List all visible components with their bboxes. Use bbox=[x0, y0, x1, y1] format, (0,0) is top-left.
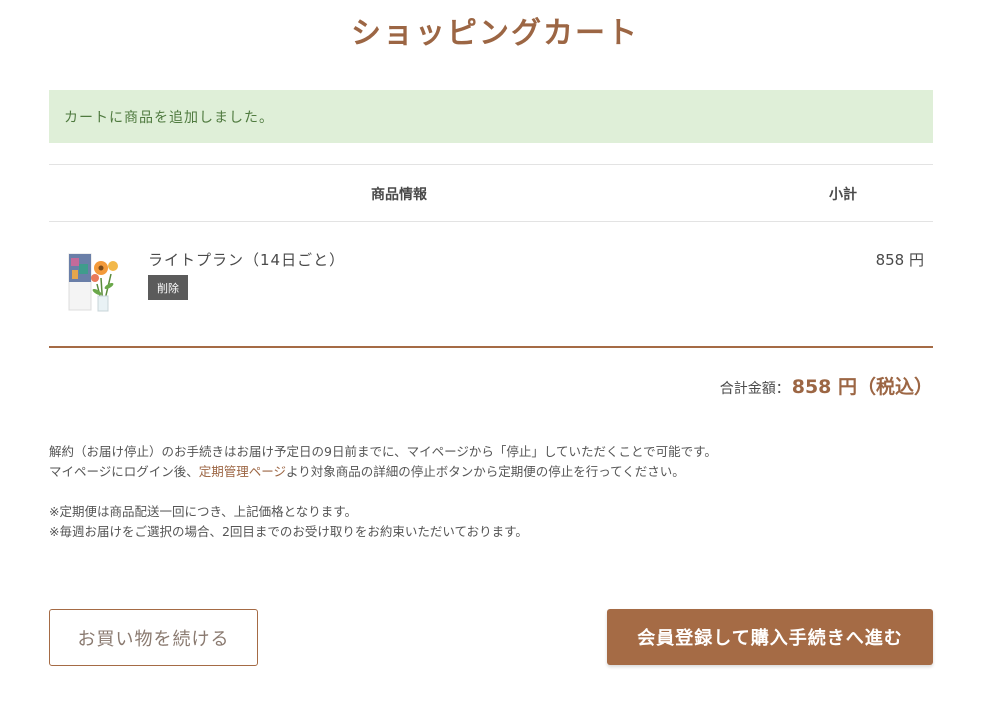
note-line: ※定期便は商品配送一回につき、上記価格となります。 bbox=[49, 504, 357, 519]
product-name[interactable]: ライトプラン（14日ごと） bbox=[148, 249, 345, 270]
cart-total: 合計金額： 858 円（税込） bbox=[720, 372, 933, 399]
table-header: 商品情報 小計 bbox=[49, 164, 933, 222]
total-label: 合計金額： bbox=[719, 381, 790, 397]
item-subtotal: 858 円 bbox=[875, 251, 924, 269]
header-subtotal: 小計 bbox=[829, 187, 857, 203]
note-text: より対象商品の詳細の停止ボタンから定期便の停止を行ってください。 bbox=[286, 464, 685, 479]
cart-table: 商品情報 小計 ライトプラン（14日ごと） 削除 858 円 bbox=[49, 164, 933, 348]
delete-item-button[interactable]: 削除 bbox=[148, 275, 188, 300]
note-line: マイページにログイン後、定期管理ページより対象商品の詳細の停止ボタンから定期便の… bbox=[49, 462, 717, 482]
note-text: マイページにログイン後、 bbox=[49, 464, 199, 479]
total-amount: 858 円（税込） bbox=[791, 376, 933, 398]
added-to-cart-notice: カートに商品を追加しました。 bbox=[49, 90, 933, 143]
note-line: ※毎週お届けをご選択の場合、2回目までのお受け取りをお約束いただいております。 bbox=[49, 524, 528, 539]
register-and-checkout-button[interactable]: 会員登録して購入手続きへ進む bbox=[607, 609, 933, 665]
cart-page: ショッピングカート カートに商品を追加しました。 商品情報 小計 ライトプラン（… bbox=[0, 0, 990, 728]
continue-shopping-button[interactable]: お買い物を続ける bbox=[49, 609, 258, 666]
product-thumbnail[interactable] bbox=[61, 248, 131, 318]
table-row: ライトプラン（14日ごと） 削除 858 円 bbox=[49, 222, 933, 348]
header-product-info: 商品情報 bbox=[371, 187, 427, 203]
note-line: 解約（お届け停止）のお手続きはお届け予定日の9日前までに、マイページから「停止」… bbox=[49, 444, 717, 459]
notice-message: カートに商品を追加しました。 bbox=[64, 109, 274, 126]
subscription-management-link[interactable]: 定期管理ページ bbox=[199, 464, 286, 479]
page-title: ショッピングカート bbox=[351, 16, 639, 51]
cancellation-notes: 解約（お届け停止）のお手続きはお届け予定日の9日前までに、マイページから「停止」… bbox=[49, 442, 717, 542]
